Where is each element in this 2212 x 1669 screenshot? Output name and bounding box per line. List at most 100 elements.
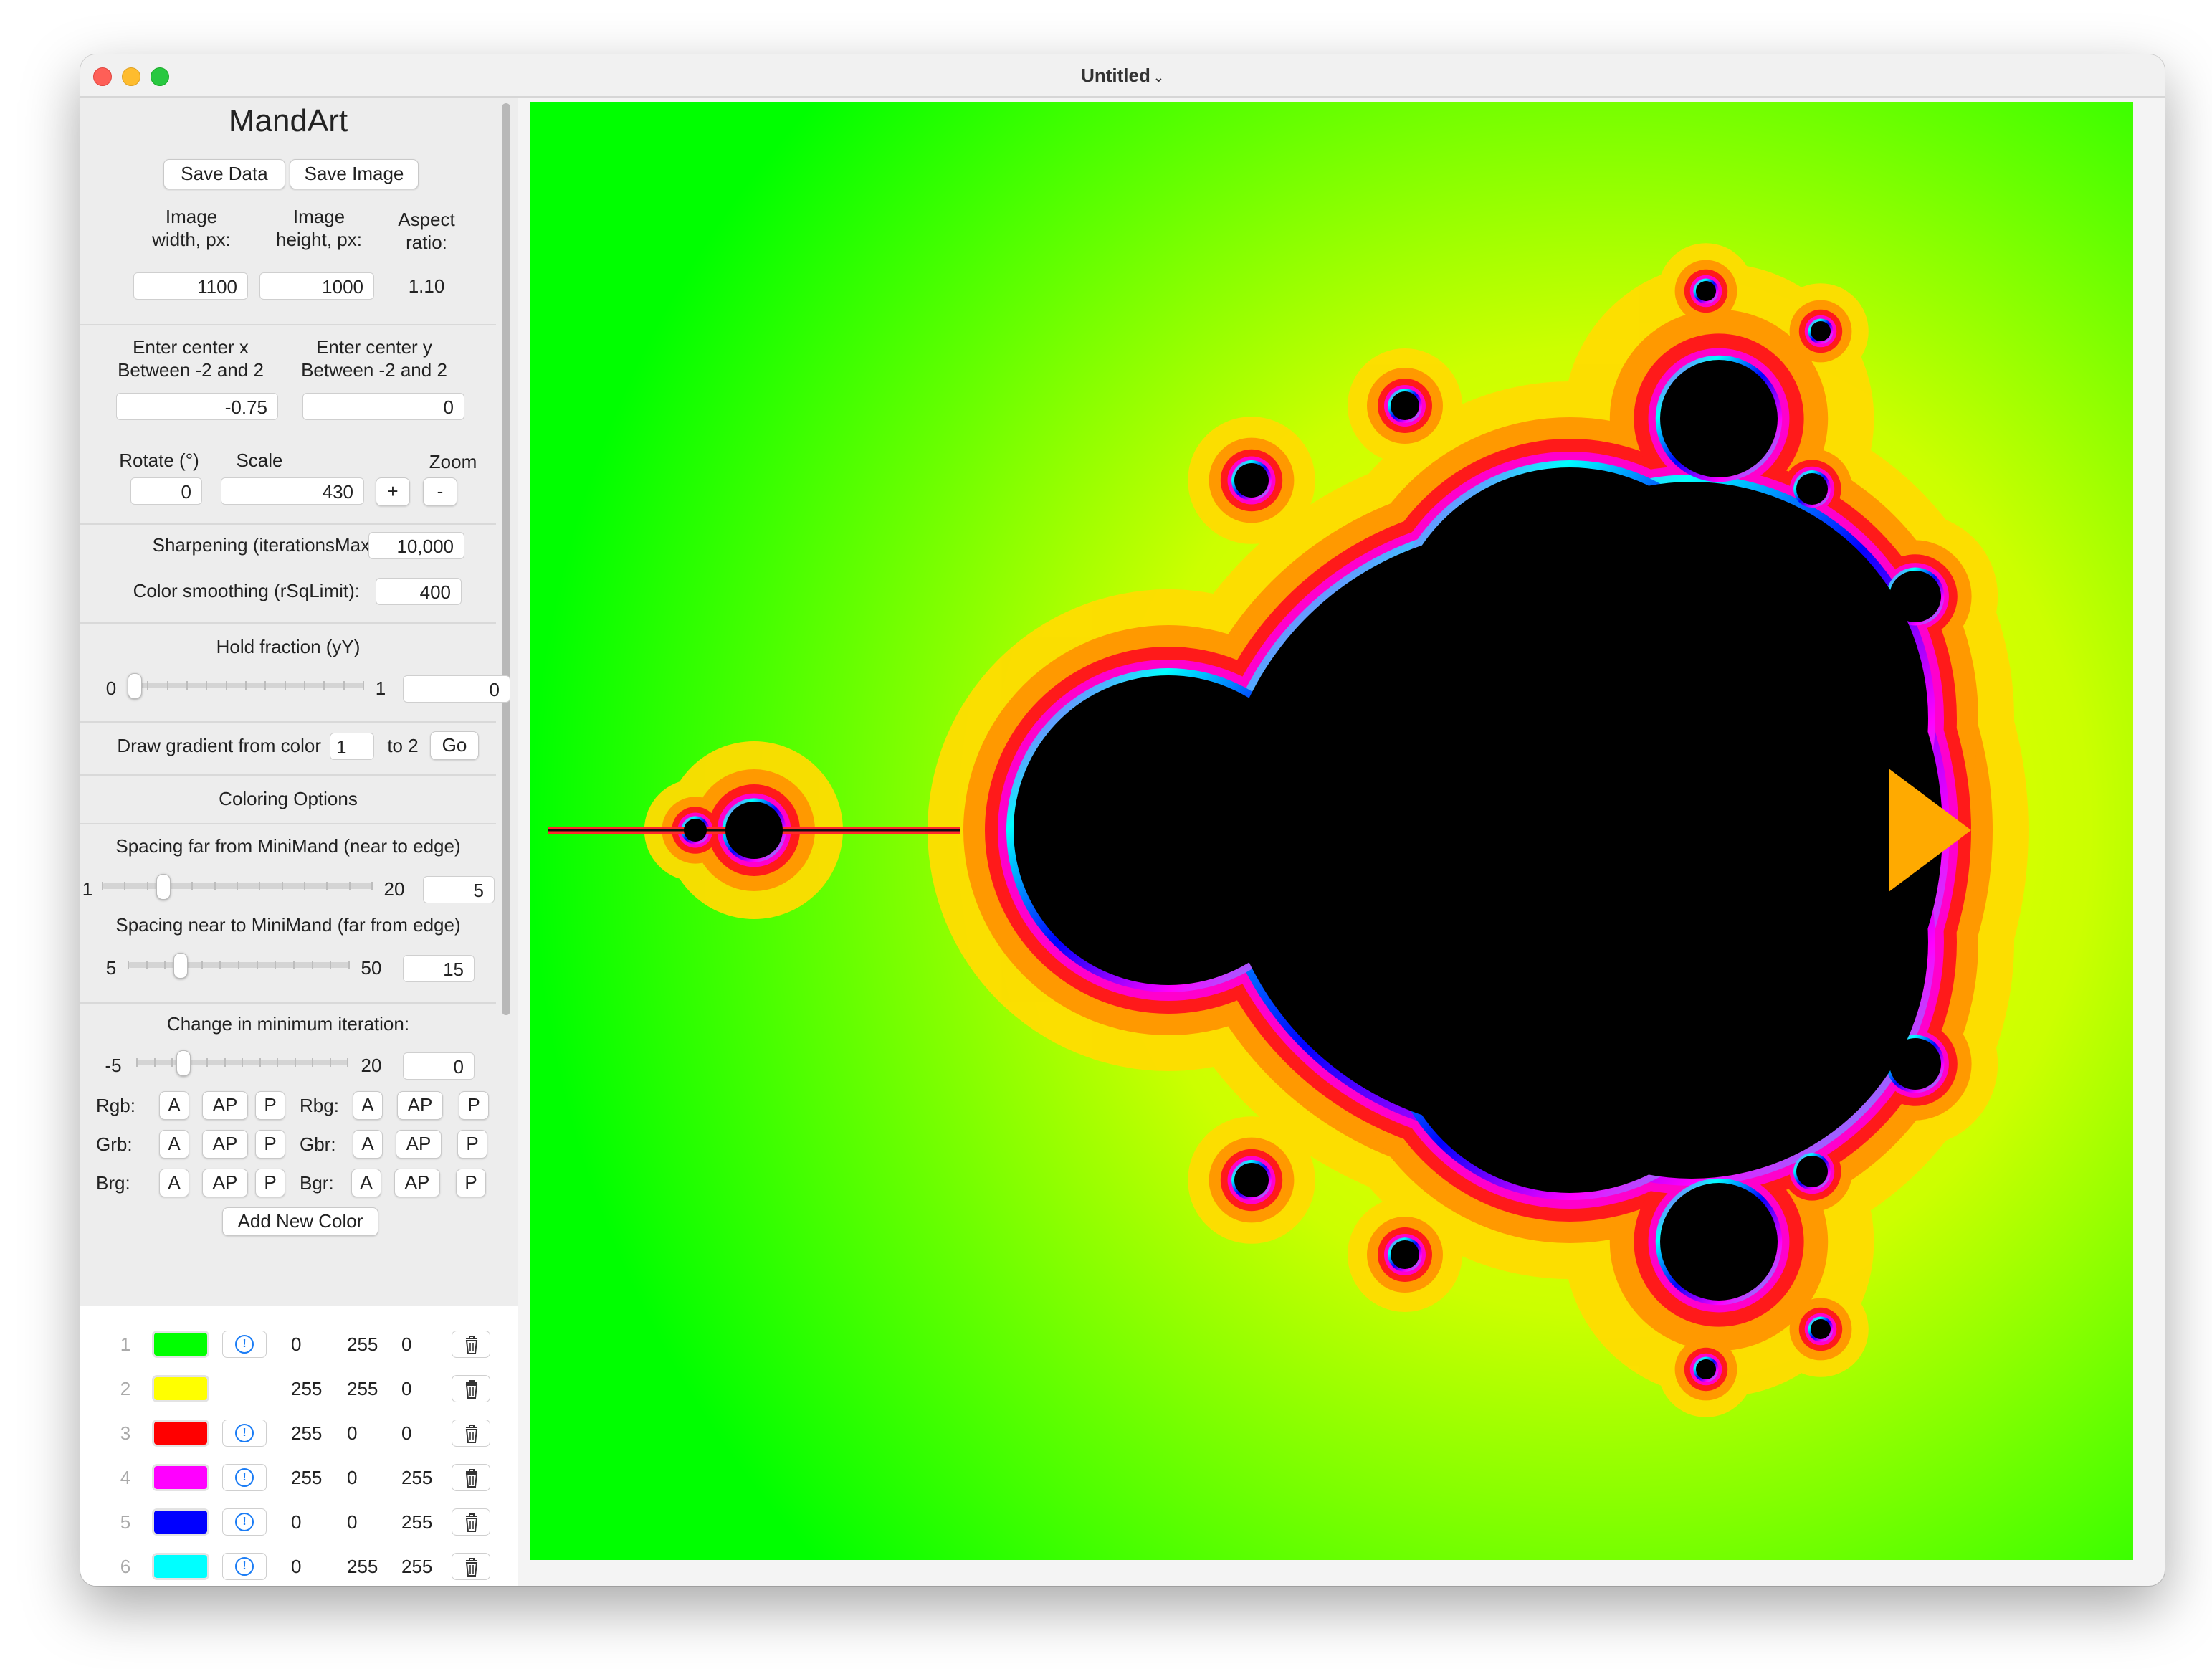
image-height-input[interactable]: 1000 — [259, 272, 374, 300]
aspect-ratio-label: Aspect ratio: — [398, 209, 455, 253]
color-green-value: 255 — [347, 1333, 378, 1355]
slider-tick — [136, 1058, 138, 1067]
color-swatch[interactable] — [152, 1464, 209, 1491]
save-image-button[interactable]: Save Image — [290, 159, 419, 189]
palette-rbg-p-button[interactable]: P — [459, 1091, 489, 1120]
color-info-button[interactable]: ! — [222, 1553, 267, 1580]
color-list: 1! 0 255 0 2 255 255 0 3! 255 0 0 4! 255 0 255 — [80, 1306, 518, 1586]
color-red-value: 0 — [291, 1333, 302, 1355]
palette-brg-ap-button[interactable]: AP — [202, 1169, 248, 1197]
maximize-window-button[interactable] — [151, 67, 169, 86]
palette-gbr-a-button[interactable]: A — [353, 1130, 383, 1159]
go-button[interactable]: Go — [430, 731, 479, 760]
center-y-input[interactable]: 0 — [302, 393, 464, 420]
slider-tick — [219, 961, 221, 969]
palette-rgb-a-button[interactable]: A — [159, 1091, 189, 1120]
slider-tick — [146, 882, 148, 890]
min-iteration-max: 20 — [361, 1055, 382, 1076]
spacing-near-input[interactable]: 15 — [403, 955, 475, 982]
hold-fraction-input[interactable]: 0 — [403, 675, 510, 703]
window-title[interactable]: Untitled ⌄ — [1081, 65, 1164, 87]
slider-knob[interactable] — [156, 874, 171, 900]
delete-color-button[interactable] — [452, 1420, 490, 1447]
palette-grb-p-button[interactable]: P — [255, 1130, 285, 1159]
center-x-input[interactable]: -0.75 — [116, 393, 278, 420]
slider-tick — [191, 882, 194, 890]
palette-bgr-p-button[interactable]: P — [456, 1169, 486, 1197]
mandelbrot-image — [530, 102, 2133, 1560]
slider-tick — [264, 681, 267, 690]
slider-knob[interactable] — [128, 673, 142, 699]
color-smoothing-input[interactable]: 400 — [376, 578, 462, 605]
color-info-button[interactable]: ! — [222, 1464, 267, 1491]
spacing-far-slider[interactable] — [102, 872, 373, 900]
spacing-far-min: 1 — [82, 878, 93, 900]
sharpening-input[interactable]: 10,000 — [368, 532, 464, 559]
palette-bgr-ap-button[interactable]: AP — [394, 1169, 440, 1197]
color-blue-value: 0 — [401, 1378, 412, 1399]
palette-gbr-ap-button[interactable]: AP — [396, 1130, 442, 1159]
slider-tick — [124, 882, 126, 890]
color-info-button[interactable]: ! — [222, 1331, 267, 1358]
slider-tick — [323, 681, 325, 690]
window-title-text: Untitled — [1081, 64, 1150, 86]
minimize-window-button[interactable] — [122, 67, 140, 86]
palette-brg-a-button[interactable]: A — [159, 1169, 189, 1197]
palette-brg-p-button[interactable]: P — [255, 1169, 285, 1197]
palette-grb-ap-button[interactable]: AP — [202, 1130, 248, 1159]
hold-fraction-slider[interactable] — [128, 671, 364, 700]
trash-icon — [465, 1425, 478, 1443]
palette-grb-a-button[interactable]: A — [159, 1130, 189, 1159]
color-info-button[interactable]: ! — [222, 1420, 267, 1447]
spacing-far-input[interactable]: 5 — [423, 876, 495, 903]
slider-tick — [293, 961, 295, 969]
info-icon: ! — [235, 1557, 254, 1576]
color-swatch[interactable] — [152, 1420, 209, 1447]
spacing-near-slider[interactable] — [128, 951, 350, 979]
image-width-input[interactable]: 1100 — [133, 272, 248, 300]
delete-color-button[interactable] — [452, 1375, 490, 1402]
min-iteration-input[interactable]: 0 — [403, 1052, 475, 1080]
palette-rbg-ap-button[interactable]: AP — [397, 1091, 443, 1120]
palette-bgr-a-button[interactable]: A — [351, 1169, 381, 1197]
slider-tick — [343, 681, 345, 690]
color-swatch[interactable] — [152, 1508, 209, 1536]
delete-color-button[interactable] — [452, 1508, 490, 1536]
palette-rbg-a-button[interactable]: A — [353, 1091, 383, 1120]
close-window-button[interactable] — [93, 67, 112, 86]
sidebar-scrollbar[interactable] — [502, 103, 510, 1015]
color-green-value: 255 — [347, 1556, 378, 1577]
slider-tick — [146, 961, 148, 969]
color-info-button[interactable]: ! — [222, 1508, 267, 1536]
color-swatch[interactable] — [152, 1331, 209, 1358]
rotate-input[interactable]: 0 — [130, 477, 202, 505]
gradient-from-input[interactable]: 1 — [330, 733, 374, 760]
delete-color-button[interactable] — [452, 1331, 490, 1358]
palette-rgb-p-button[interactable]: P — [255, 1091, 285, 1120]
color-red-value: 0 — [291, 1556, 302, 1577]
slider-tick — [201, 961, 203, 969]
slider-knob[interactable] — [176, 1050, 191, 1076]
slider-tick — [259, 1058, 261, 1067]
scale-input[interactable]: 430 — [221, 477, 364, 505]
add-new-color-button[interactable]: Add New Color — [222, 1207, 378, 1236]
delete-color-button[interactable] — [452, 1464, 490, 1491]
slider-tick — [371, 882, 373, 890]
zoom-in-button[interactable]: + — [376, 477, 410, 506]
slider-tick — [311, 961, 313, 969]
rotate-label: Rotate (°) — [119, 450, 199, 471]
palette-gbr-p-button[interactable]: P — [457, 1130, 487, 1159]
save-data-button[interactable]: Save Data — [163, 159, 285, 189]
chevron-down-icon: ⌄ — [1153, 70, 1164, 85]
color-swatch[interactable] — [152, 1553, 209, 1580]
color-swatch[interactable] — [152, 1375, 209, 1402]
spacing-far-label: Spacing far from MiniMand (near to edge) — [115, 835, 461, 857]
fractal-image-canvas[interactable] — [530, 102, 2133, 1560]
trash-icon — [465, 1469, 478, 1488]
zoom-out-button[interactable]: - — [423, 477, 457, 506]
slider-knob[interactable] — [173, 953, 188, 979]
min-iteration-slider[interactable] — [136, 1048, 348, 1077]
palette-rgb-ap-button[interactable]: AP — [202, 1091, 248, 1120]
delete-color-button[interactable] — [452, 1553, 490, 1580]
palette-rgb-label: Rgb: — [96, 1095, 135, 1116]
